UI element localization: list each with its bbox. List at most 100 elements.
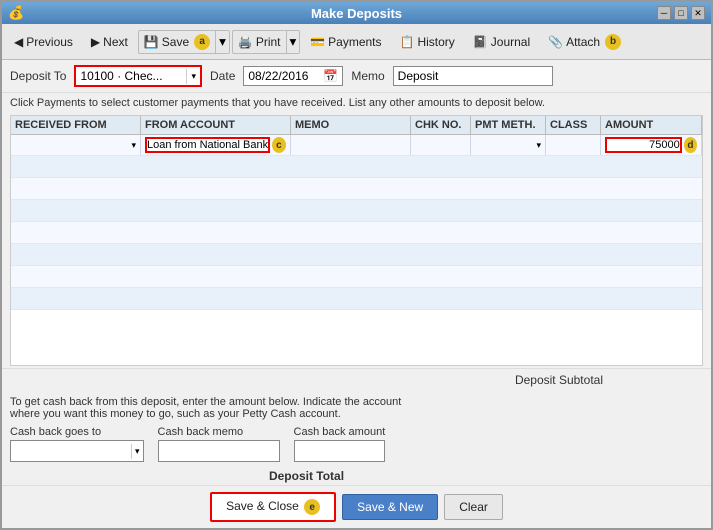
title-bar: 💰 Make Deposits ─ □ ✕	[2, 2, 711, 24]
memo-label: Memo	[351, 69, 384, 83]
save-button-main[interactable]: 💾 Save a	[139, 31, 215, 53]
cash-back-goes-to-field[interactable]: ▾	[10, 440, 144, 462]
close-button[interactable]: ✕	[691, 6, 705, 20]
header-received-from: RECEIVED FROM	[11, 116, 141, 134]
journal-button[interactable]: 📓 Journal	[465, 31, 538, 53]
window-icon: 💰	[8, 5, 24, 21]
header-amount: AMOUNT	[601, 116, 702, 134]
previous-icon: ◀	[14, 35, 23, 49]
date-input[interactable]	[244, 67, 319, 85]
deposit-total-row: Deposit Total	[2, 467, 711, 485]
cell-chk-no[interactable]	[411, 135, 471, 155]
pmt-meth-input[interactable]	[475, 139, 536, 151]
previous-button[interactable]: ◀ Previous	[6, 31, 81, 53]
payments-icon: 💳	[310, 35, 325, 49]
cash-back-memo-label: Cash back memo	[158, 426, 280, 438]
amount-input[interactable]	[605, 137, 682, 153]
cell-memo[interactable]	[291, 135, 411, 155]
cell-from-account[interactable]: c	[141, 135, 291, 155]
action-row: Save & Close e Save & New Clear	[2, 485, 711, 528]
cash-back-memo-field[interactable]	[158, 440, 280, 462]
header-pmt-meth: PMT METH.	[471, 116, 546, 134]
table-row	[11, 266, 702, 288]
deposit-subtotal-label: Deposit Subtotal	[515, 373, 603, 387]
deposit-subtotal-row: Deposit Subtotal	[2, 368, 711, 391]
header-from-account: FROM ACCOUNT	[141, 116, 291, 134]
deposit-total-label: Deposit Total	[269, 469, 344, 483]
annotation-b: b	[605, 34, 621, 50]
cash-back-section: To get cash back from this deposit, ente…	[2, 391, 711, 467]
cell-pmt-meth[interactable]: ▾	[471, 135, 546, 155]
toolbar: ◀ Previous ▶ Next 💾 Save a ▾ 🖨️ Print ▾ …	[2, 24, 711, 60]
header-memo: MEMO	[291, 116, 411, 134]
save-dropdown-button[interactable]: ▾	[215, 31, 229, 53]
cell-received-from[interactable]: ▾	[11, 135, 141, 155]
payments-button[interactable]: 💳 Payments	[302, 31, 389, 53]
cell-class[interactable]	[546, 135, 601, 155]
cash-back-memo-input[interactable]	[159, 441, 279, 461]
clear-button[interactable]: Clear	[444, 494, 503, 520]
attach-icon: 📎	[548, 35, 563, 49]
history-icon: 📋	[400, 35, 415, 49]
cash-back-goes-to-group: Cash back goes to ▾	[10, 426, 144, 462]
calendar-icon[interactable]: 📅	[319, 67, 342, 85]
annotation-e: e	[304, 499, 320, 515]
table-row	[11, 222, 702, 244]
print-icon: 🖨️	[238, 35, 253, 49]
instructions-text: Click Payments to select customer paymen…	[2, 93, 711, 113]
deposit-to-input[interactable]	[76, 67, 186, 85]
cash-back-fields: Cash back goes to ▾ Cash back memo Cash …	[10, 426, 703, 462]
print-button-main[interactable]: 🖨️ Print	[233, 32, 286, 52]
annotation-a: a	[194, 34, 210, 50]
print-dropdown-button[interactable]: ▾	[286, 31, 300, 53]
cash-back-amount-field[interactable]	[294, 440, 386, 462]
deposit-subtotal-value	[623, 373, 703, 387]
memo-input[interactable]	[393, 66, 553, 86]
journal-icon: 📓	[473, 35, 488, 49]
table-row	[11, 244, 702, 266]
class-input[interactable]	[550, 139, 596, 151]
table-header: RECEIVED FROM FROM ACCOUNT MEMO CHK NO. …	[11, 116, 702, 135]
cash-back-amount-group: Cash back amount	[294, 426, 386, 462]
memo-row-input[interactable]	[295, 139, 406, 151]
table-row	[11, 288, 702, 310]
save-icon: 💾	[144, 35, 159, 49]
chk-no-input[interactable]	[415, 139, 466, 151]
table-row: ▾ c ▾	[11, 135, 702, 156]
save-new-button[interactable]: Save & New	[342, 494, 438, 520]
cash-back-goes-to-label: Cash back goes to	[10, 426, 144, 438]
print-button-group: 🖨️ Print ▾	[232, 30, 300, 54]
header-chk-no: CHK NO.	[411, 116, 471, 134]
next-icon: ▶	[91, 35, 100, 49]
minimize-button[interactable]: ─	[657, 6, 671, 20]
cash-back-memo-group: Cash back memo	[158, 426, 280, 462]
received-from-input[interactable]	[15, 139, 131, 151]
save-close-button[interactable]: Save & Close e	[210, 492, 336, 522]
header-class: CLASS	[546, 116, 601, 134]
table-body: ▾ c ▾	[11, 135, 702, 365]
date-label: Date	[210, 69, 235, 83]
make-deposits-window: 💰 Make Deposits ─ □ ✕ ◀ Previous ▶ Next …	[0, 0, 713, 530]
cell-amount[interactable]: d	[601, 135, 702, 155]
maximize-button[interactable]: □	[674, 6, 688, 20]
date-field[interactable]: 📅	[243, 66, 343, 86]
deposit-to-field[interactable]: ▾	[74, 65, 202, 87]
annotation-c: c	[272, 137, 286, 153]
table-row	[11, 178, 702, 200]
cash-back-instructions: To get cash back from this deposit, ente…	[10, 396, 703, 420]
form-row: Deposit To ▾ Date 📅 Memo	[2, 60, 711, 93]
received-from-dropdown[interactable]: ▾	[131, 140, 136, 151]
table-row	[11, 156, 702, 178]
cash-back-goes-to-dropdown[interactable]: ▾	[131, 444, 143, 459]
pmt-meth-dropdown[interactable]: ▾	[536, 140, 541, 151]
deposit-to-dropdown-icon[interactable]: ▾	[186, 69, 200, 84]
save-button-group: 💾 Save a ▾	[138, 30, 230, 54]
cash-back-amount-label: Cash back amount	[294, 426, 386, 438]
next-button[interactable]: ▶ Next	[83, 31, 136, 53]
from-account-input[interactable]	[145, 137, 270, 153]
annotation-d: d	[684, 137, 697, 153]
cash-back-amount-input[interactable]	[295, 441, 375, 461]
attach-button[interactable]: 📎 Attach b	[540, 30, 629, 54]
history-button[interactable]: 📋 History	[392, 31, 463, 53]
cash-back-goes-to-input[interactable]	[11, 441, 131, 461]
